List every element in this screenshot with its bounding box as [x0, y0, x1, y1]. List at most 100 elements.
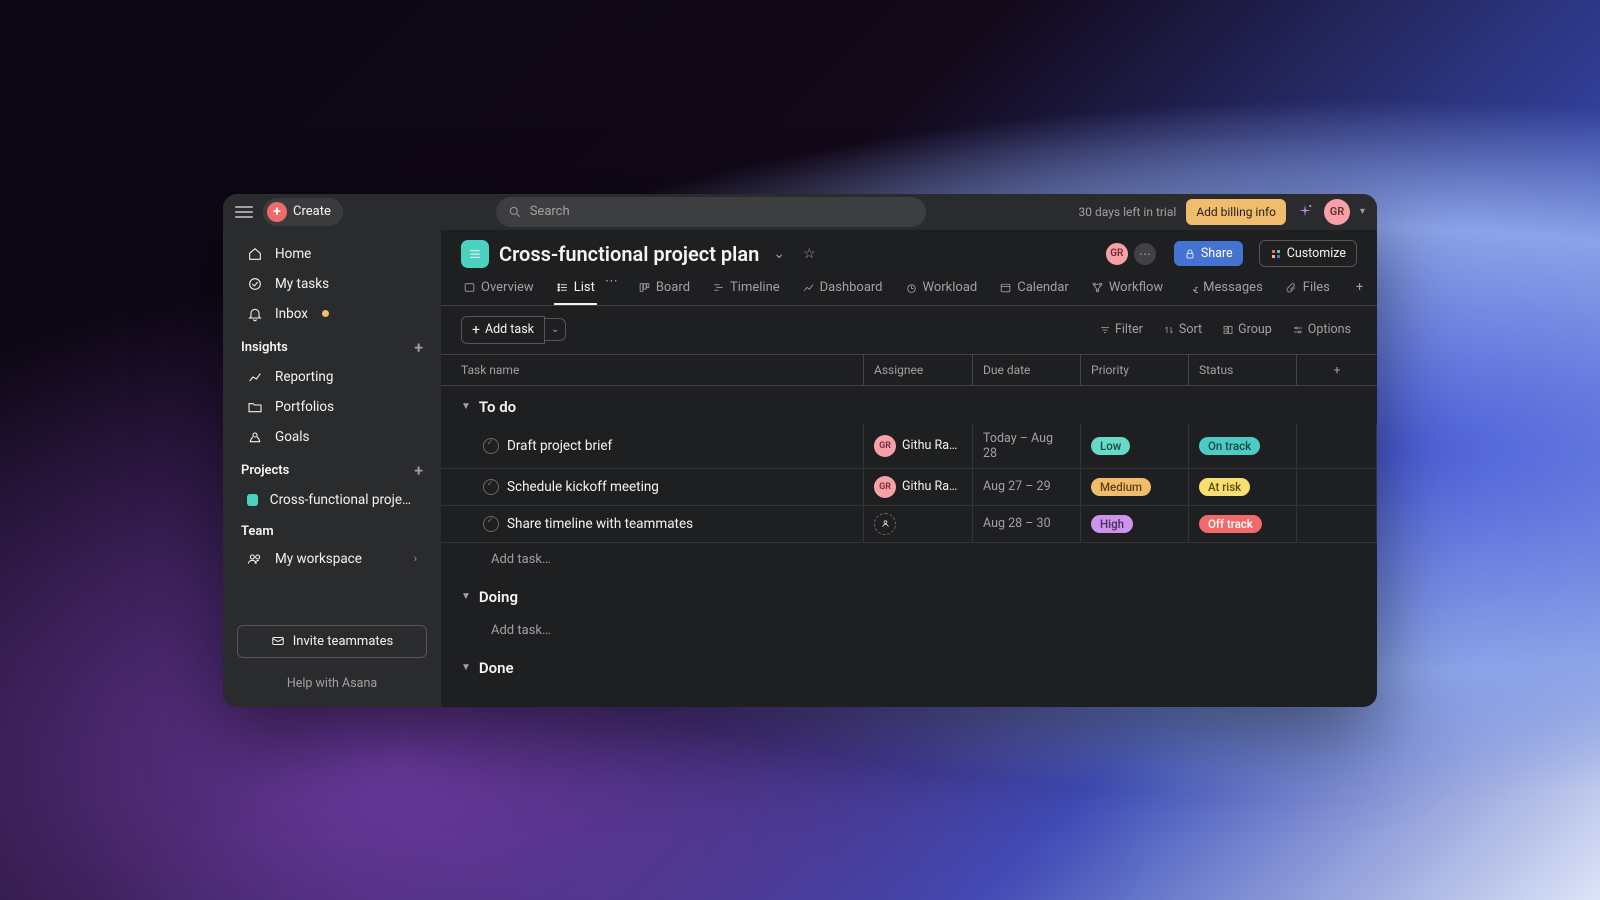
due-date[interactable]: Today – Aug 28 [983, 431, 1070, 461]
add-task-button-group: +Add task ⌄ [461, 316, 566, 344]
home-icon [247, 246, 263, 262]
trial-text: 30 days left in trial [1079, 205, 1177, 219]
nav-inbox[interactable]: Inbox [229, 300, 435, 328]
bell-icon [247, 306, 263, 322]
star-icon[interactable]: ☆ [799, 242, 820, 266]
search-input[interactable]: Search [496, 197, 926, 227]
nav-reporting[interactable]: Reporting [229, 363, 435, 391]
project-label: Cross-functional project p… [270, 492, 417, 508]
notification-dot [322, 310, 329, 317]
add-task-inline[interactable]: Add task… [441, 614, 1377, 647]
section-team[interactable]: Team [223, 516, 441, 543]
tab-board[interactable]: Board [636, 274, 692, 305]
add-task-dropdown[interactable]: ⌄ [545, 318, 566, 341]
col-task-name[interactable]: Task name [441, 355, 864, 385]
tab-workload[interactable]: Workload [903, 274, 980, 305]
plus-icon: + [267, 202, 287, 222]
section-projects[interactable]: Projects + [223, 453, 441, 484]
add-billing-button[interactable]: Add billing info [1186, 199, 1286, 225]
project-icon[interactable] [461, 240, 489, 268]
status-pill[interactable]: At risk [1199, 478, 1250, 496]
chevron-right-icon: › [414, 552, 417, 565]
due-date[interactable]: Aug 27 – 29 [983, 479, 1051, 494]
nav-home[interactable]: Home [229, 240, 435, 268]
options-button[interactable]: Options [1286, 318, 1357, 341]
invite-teammates-button[interactable]: Invite teammates [237, 625, 427, 658]
nav-label: Portfolios [275, 399, 334, 415]
tab-workflow[interactable]: Workflow [1089, 274, 1165, 305]
tab-list[interactable]: List [554, 274, 597, 305]
tab-dashboard[interactable]: Dashboard [800, 274, 885, 305]
nav-label: Goals [275, 429, 310, 445]
task-row[interactable]: Share timeline with teammates Aug 28 – 3… [441, 506, 1377, 543]
task-row[interactable]: Draft project brief GRGithu Ravikk… Toda… [441, 424, 1377, 469]
filter-button[interactable]: Filter [1093, 318, 1149, 341]
complete-task-icon[interactable] [483, 479, 499, 495]
priority-pill[interactable]: High [1091, 515, 1133, 533]
share-button[interactable]: Share [1174, 241, 1243, 266]
grid-icon [1270, 248, 1282, 260]
section-header-doing[interactable]: ▼ Doing [441, 576, 1377, 614]
menu-icon[interactable] [235, 206, 253, 218]
project-tabs: Overview List ⋯ Board Timeline Dashboard… [441, 268, 1377, 306]
due-date[interactable]: Aug 28 – 30 [983, 516, 1051, 531]
add-column-icon[interactable]: + [1297, 355, 1377, 385]
create-button[interactable]: + Create [263, 198, 343, 226]
caret-down-icon: ▼ [461, 401, 471, 412]
priority-pill[interactable]: Medium [1091, 478, 1151, 496]
section-title: To do [479, 398, 516, 416]
user-avatar[interactable]: GR [1324, 199, 1350, 225]
section-header-todo[interactable]: ▼ To do [441, 386, 1377, 424]
add-task-button[interactable]: +Add task [461, 316, 545, 344]
add-tab-icon[interactable]: + [1350, 274, 1369, 305]
caret-down-icon: ▼ [461, 591, 471, 602]
complete-task-icon[interactable] [483, 516, 499, 532]
assignee-cell[interactable]: GRGithu Ravikk… [874, 435, 962, 457]
assignee-avatar: GR [874, 435, 896, 457]
task-name: Schedule kickoff meeting [507, 479, 659, 495]
tab-more-icon[interactable]: ⋯ [605, 274, 618, 305]
priority-pill[interactable]: Low [1091, 437, 1130, 455]
section-insights[interactable]: Insights + [223, 330, 441, 361]
nav-workspace[interactable]: My workspace › [229, 545, 435, 573]
nav-goals[interactable]: Goals [229, 423, 435, 451]
nav-label: Reporting [275, 369, 333, 385]
col-status[interactable]: Status [1189, 355, 1297, 385]
tab-calendar[interactable]: Calendar [997, 274, 1071, 305]
assign-user-icon[interactable] [874, 513, 896, 535]
tab-overview[interactable]: Overview [461, 274, 536, 305]
tab-files[interactable]: Files [1283, 274, 1332, 305]
status-pill[interactable]: On track [1199, 437, 1260, 455]
col-priority[interactable]: Priority [1081, 355, 1189, 385]
add-task-inline[interactable]: Add task… [441, 543, 1377, 576]
folder-icon [247, 399, 263, 415]
topbar: + Create Search 30 days left in trial Ad… [223, 194, 1377, 230]
sort-button[interactable]: Sort [1157, 318, 1208, 341]
people-icon [247, 551, 263, 567]
help-link[interactable]: Help with Asana [223, 670, 441, 697]
project-item[interactable]: Cross-functional project p… [229, 486, 435, 514]
status-pill[interactable]: Off track [1199, 515, 1262, 533]
section-header-done[interactable]: ▼ Done [441, 647, 1377, 685]
nav-portfolios[interactable]: Portfolios [229, 393, 435, 421]
nav-label: My workspace [275, 551, 362, 567]
member-avatar[interactable]: GR [1104, 241, 1130, 267]
project-color-dot [247, 494, 258, 506]
task-row[interactable]: Schedule kickoff meeting GRGithu Ravikk…… [441, 469, 1377, 506]
customize-button[interactable]: Customize [1259, 240, 1357, 267]
nav-my-tasks[interactable]: My tasks [229, 270, 435, 298]
search-icon [508, 205, 522, 219]
add-insight-icon[interactable]: + [414, 338, 423, 357]
complete-task-icon[interactable] [483, 438, 499, 454]
tab-messages[interactable]: Messages [1183, 274, 1265, 305]
more-members-icon[interactable]: ⋯ [1132, 241, 1158, 267]
add-project-icon[interactable]: + [414, 461, 423, 480]
user-menu-caret[interactable]: ▾ [1360, 206, 1365, 217]
tab-timeline[interactable]: Timeline [710, 274, 782, 305]
sparkle-icon[interactable] [1296, 203, 1314, 221]
project-dropdown-icon[interactable]: ⌄ [769, 242, 789, 266]
group-button[interactable]: Group [1216, 318, 1278, 341]
col-due-date[interactable]: Due date [973, 355, 1081, 385]
assignee-cell[interactable]: GRGithu Ravikk… [874, 476, 962, 498]
col-assignee[interactable]: Assignee [864, 355, 973, 385]
